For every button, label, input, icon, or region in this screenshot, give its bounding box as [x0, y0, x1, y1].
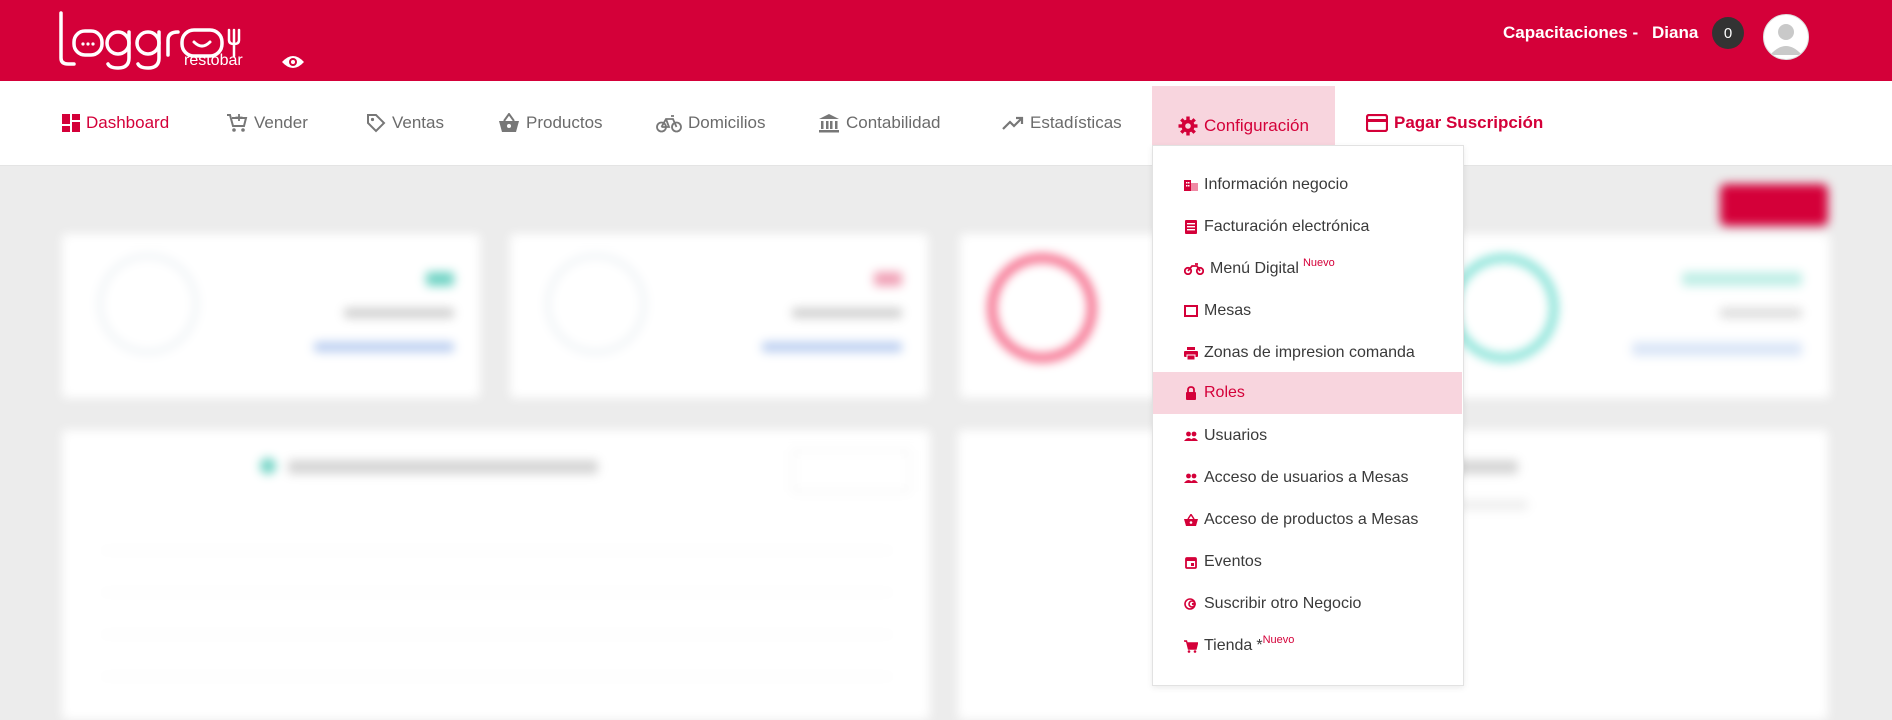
- nav-contabilidad[interactable]: Contabilidad: [818, 81, 941, 165]
- nav-ventas-label: Ventas: [392, 113, 444, 132]
- nav-configuracion-label: Configuración: [1204, 115, 1309, 135]
- top-bar: restobar Capacitaciones - Diana 0: [0, 0, 1892, 81]
- motorcycle-icon: [1184, 262, 1204, 276]
- subscribe-icon: [1184, 597, 1198, 611]
- blurred-action-button: [1720, 184, 1828, 226]
- stat-card-1: [62, 234, 480, 398]
- avatar[interactable]: [1763, 14, 1809, 60]
- printer-icon: [1184, 346, 1198, 360]
- calendar-icon: [1184, 555, 1198, 569]
- loggro-logo[interactable]: restobar: [58, 10, 254, 75]
- menu-informacion-negocio-label: Información negocio: [1204, 176, 1349, 193]
- bicycle-icon: [656, 115, 682, 133]
- nav-estadisticas-label: Estadísticas: [1030, 113, 1122, 132]
- nav-pagar-label: Pagar Suscripción: [1394, 113, 1544, 132]
- credit-card-icon: [1366, 114, 1388, 132]
- lock-icon: [1184, 386, 1198, 400]
- menu-usuarios-label: Usuarios: [1204, 427, 1268, 444]
- nav-contabilidad-label: Contabilidad: [846, 113, 941, 132]
- building-icon: [1184, 178, 1198, 192]
- menu-acceso-productos-mesas[interactable]: Acceso de productos a Mesas: [1153, 499, 1462, 541]
- bank-icon: [819, 114, 839, 133]
- nav-productos[interactable]: Productos: [498, 81, 603, 165]
- company-name[interactable]: Capacitaciones -: [1503, 23, 1638, 43]
- menu-acceso-usuarios-mesas[interactable]: Acceso de usuarios a Mesas: [1153, 457, 1462, 499]
- orders-per-hour-card: [62, 430, 930, 720]
- basket-icon: [499, 113, 519, 132]
- logo-subtitle: restobar: [184, 52, 243, 69]
- nuevo-badge: Nuevo: [1262, 634, 1295, 646]
- menu-mesas-label: Mesas: [1204, 302, 1252, 319]
- menu-menu-digital-label: Menú Digital: [1210, 260, 1299, 277]
- menu-suscribir-label: Suscribir otro Negocio: [1204, 595, 1362, 612]
- nav-domicilios-label: Domicilios: [688, 113, 766, 132]
- nav-dashboard-label: Dashboard: [86, 113, 170, 132]
- menu-usuarios[interactable]: Usuarios: [1153, 415, 1462, 457]
- menu-eventos-label: Eventos: [1204, 553, 1262, 570]
- nav-estadisticas[interactable]: Estadísticas: [1002, 81, 1122, 165]
- menu-acceso-productos-label: Acceso de productos a Mesas: [1204, 511, 1419, 528]
- nuevo-badge: Nuevo: [1302, 257, 1335, 269]
- receipt-icon: [1184, 220, 1198, 234]
- people-icon: [1184, 471, 1198, 485]
- menu-facturacion-electronica[interactable]: Facturación electrónica: [1153, 206, 1462, 248]
- menu-mesas[interactable]: Mesas: [1153, 290, 1462, 332]
- menu-roles[interactable]: Roles: [1153, 372, 1462, 414]
- menu-informacion-negocio[interactable]: Información negocio: [1153, 164, 1462, 206]
- notification-badge[interactable]: 0: [1712, 17, 1744, 49]
- menu-zonas-label: Zonas de impresion comanda: [1204, 344, 1415, 361]
- dashboard-content-blurred: [0, 166, 1892, 720]
- menu-suscribir-negocio[interactable]: Suscribir otro Negocio: [1153, 583, 1462, 625]
- gear-icon: [1178, 116, 1198, 135]
- menu-roles-label: Roles: [1204, 384, 1245, 401]
- menu-eventos[interactable]: Eventos: [1153, 541, 1462, 583]
- dashboard-icon: [62, 114, 80, 132]
- nav-productos-label: Productos: [526, 113, 603, 132]
- nav-domicilios[interactable]: Domicilios: [656, 81, 765, 165]
- user-name[interactable]: Diana: [1652, 23, 1698, 43]
- trending-icon: [1002, 116, 1024, 130]
- menu-zonas-impresion[interactable]: Zonas de impresion comanda: [1153, 332, 1462, 374]
- stat-card-2: [510, 234, 928, 398]
- basket-icon: [1184, 513, 1198, 527]
- nav-vender[interactable]: Vender: [226, 81, 308, 165]
- table-icon: [1184, 304, 1198, 318]
- menu-tienda[interactable]: Tienda * Nuevo: [1153, 625, 1462, 667]
- configuracion-dropdown: Información negocio Facturación electrón…: [1152, 145, 1464, 686]
- eye-icon[interactable]: [281, 54, 305, 75]
- nav-vender-label: Vender: [254, 113, 308, 132]
- main-nav: Dashboard Vender Ventas Productos Domici…: [0, 81, 1892, 166]
- tag-icon: [367, 114, 386, 133]
- menu-acceso-usuarios-label: Acceso de usuarios a Mesas: [1204, 469, 1409, 486]
- menu-tienda-label: Tienda: [1204, 637, 1253, 654]
- menu-menu-digital[interactable]: Menú Digital Nuevo: [1153, 248, 1462, 290]
- cart-add-icon: [227, 114, 248, 132]
- cart-icon: [1184, 639, 1198, 653]
- menu-facturacion-label: Facturación electrónica: [1204, 218, 1370, 235]
- nav-ventas[interactable]: Ventas: [366, 81, 444, 165]
- people-icon: [1184, 429, 1198, 443]
- user-avatar-icon: [1770, 24, 1802, 55]
- nav-dashboard[interactable]: Dashboard: [62, 81, 169, 165]
